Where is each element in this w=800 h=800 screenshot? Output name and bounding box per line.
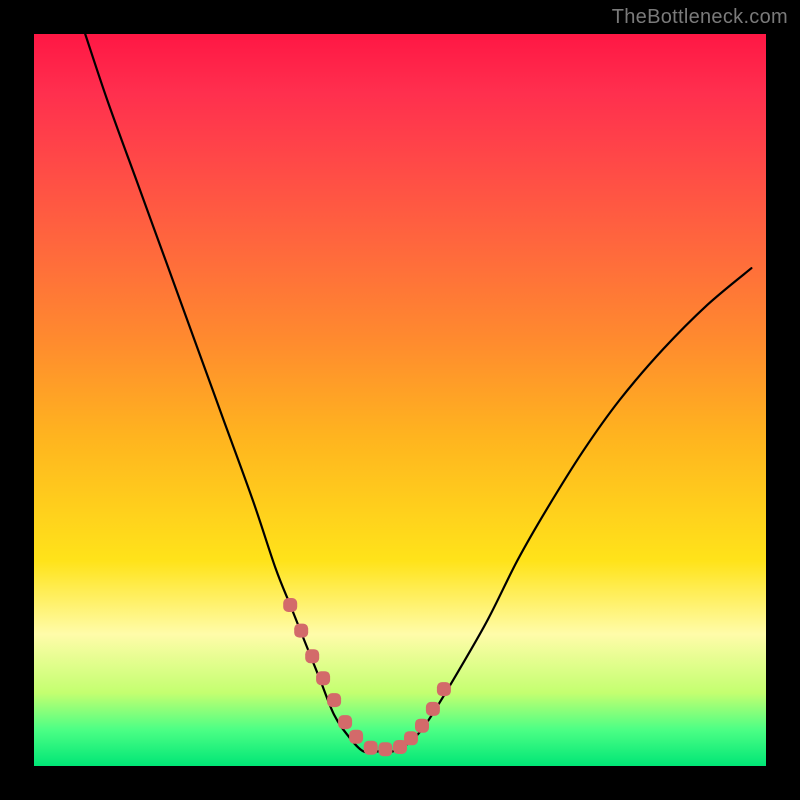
marker-group [283, 598, 451, 756]
chart-frame: TheBottleneck.com [0, 0, 800, 800]
bottleneck-curve-path [85, 34, 751, 752]
marker-point [283, 598, 297, 612]
marker-point [327, 693, 341, 707]
marker-point [426, 702, 440, 716]
marker-point [294, 624, 308, 638]
marker-point [437, 682, 451, 696]
plot-area [34, 34, 766, 766]
curve-overlay [34, 34, 766, 766]
marker-point [349, 730, 363, 744]
marker-point [415, 719, 429, 733]
marker-point [404, 731, 418, 745]
marker-point [338, 715, 352, 729]
watermark-text: TheBottleneck.com [612, 6, 788, 29]
marker-point [305, 649, 319, 663]
marker-point [316, 671, 330, 685]
marker-point [378, 742, 392, 756]
marker-point [364, 741, 378, 755]
